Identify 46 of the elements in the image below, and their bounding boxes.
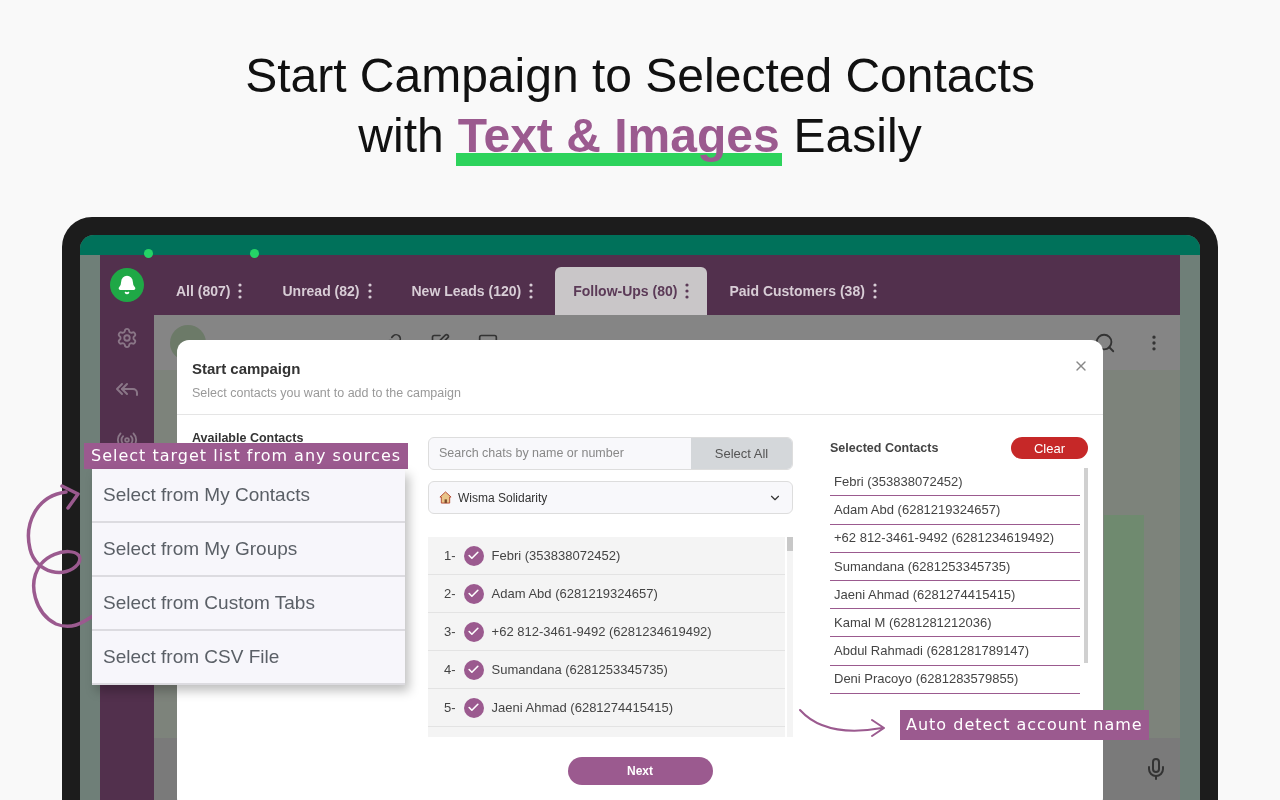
selected-contact: +62 812-3461-9492 (6281234619492) <box>830 524 1080 553</box>
selected-contact: Abdul Rahmadi (6281281789147) <box>830 637 1080 666</box>
source-option[interactable]: Select from CSV File <box>92 631 405 685</box>
contact-row[interactable]: 5- Jaeni Ahmad (6281274415415) <box>428 689 785 728</box>
tab[interactable]: Unread (82) <box>264 267 390 315</box>
row-number: 4- <box>444 661 456 679</box>
selected-contact: Kamal M (6281281212036) <box>830 609 1080 638</box>
source-option[interactable]: Select from Custom Tabs <box>92 577 405 631</box>
next-button[interactable]: Next <box>567 757 713 785</box>
select-all-button[interactable]: Select All <box>691 438 792 470</box>
dialog-subtitle: Select contacts you want to add to the campaign <box>192 384 461 402</box>
tab[interactable]: Follow-Ups (80) <box>555 267 708 315</box>
selected-contact: Sumandana (6281253345735) <box>830 552 1080 581</box>
row-number: 1- <box>444 547 456 565</box>
section-heading: Selected Contacts <box>830 439 939 457</box>
search-field[interactable]: Search chats by name or number Select All <box>428 437 793 471</box>
selected-contact: Febri (353838072452) <box>830 468 1080 497</box>
row-number: 5- <box>444 699 456 717</box>
row-number: 3- <box>444 623 456 641</box>
callout-tooltip: Select target list from any sources <box>84 443 409 469</box>
source-option[interactable]: Select from My Groups <box>92 523 405 577</box>
tab[interactable]: New Leads (120) <box>393 267 552 315</box>
headline: Easily <box>793 108 922 164</box>
source-option[interactable]: Select from My Contacts <box>92 469 405 523</box>
contact-name: Sumandana (6281253345735) <box>491 661 668 679</box>
contact-row[interactable]: 3- +62 812-3461-9492 (6281234619492) <box>428 613 785 652</box>
contact-name: Adam Abd (6281219324657) <box>491 585 658 603</box>
selected-contact: Jaeni Ahmad (6281274415415) <box>830 581 1080 610</box>
contact-row[interactable]: 1- Febri (353838072452) <box>428 537 785 576</box>
contact-name: Febri (353838072452) <box>491 547 621 565</box>
contact-row[interactable]: 4- Sumandana (6281253345735) <box>428 651 785 690</box>
source-select[interactable]: Wisma Solidarity <box>428 481 793 515</box>
contact-name: Jaeni Ahmad (6281274415415) <box>491 699 673 717</box>
contact-row[interactable]: 2- Adam Abd (6281219324657) <box>428 575 785 614</box>
callout-label: Auto detect account name <box>900 710 1149 740</box>
tab[interactable]: Paid Customers (38) <box>711 267 895 315</box>
dialog-title: Start campaign <box>192 359 301 379</box>
row-number: 2- <box>444 585 456 603</box>
selected-contact: Deni Pracoyo (6281283579855) <box>830 665 1080 694</box>
headline: with <box>358 108 444 164</box>
headline: Start Campaign to Selected Contacts <box>245 48 1035 104</box>
contact-name: +62 812-3461-9492 (6281234619492) <box>491 623 712 641</box>
clear-button[interactable]: Clear <box>1011 437 1088 460</box>
selected-contact: Adam Abd (6281219324657) <box>830 496 1080 525</box>
tab[interactable]: All (807) <box>158 267 261 315</box>
source-value: Wisma Solidarity <box>458 489 549 507</box>
